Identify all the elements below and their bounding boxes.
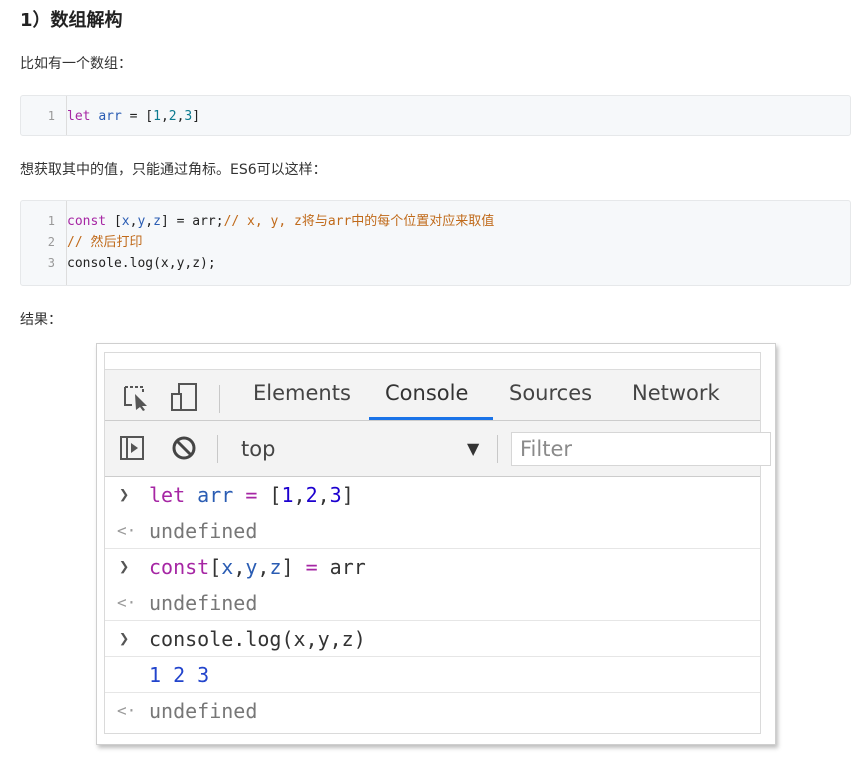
dropdown-arrow-icon[interactable]: ▼	[467, 439, 479, 458]
keyword: const	[149, 555, 210, 579]
variable: arr	[197, 483, 234, 507]
line-number: 3	[47, 256, 55, 270]
toolbar-separator	[497, 435, 498, 463]
code-line: 1 const [x,y,z] = arr;// x, y, z将与arr中的每…	[21, 211, 850, 232]
operator: = [	[121, 109, 154, 124]
prompt-chevron-icon: ❯	[119, 485, 130, 505]
variable: z	[269, 555, 282, 579]
console-input-row: ❯ const[x,y,z] = arr	[105, 549, 760, 585]
tab-elements[interactable]: Elements	[253, 381, 351, 405]
return-arrow-icon: <·	[117, 521, 137, 540]
devtools-window: Elements Console Sources Network top ▼ ❯…	[104, 352, 771, 734]
variable: arr	[98, 109, 122, 124]
prompt-chevron-icon: ❯	[119, 557, 130, 577]
tab-sources[interactable]: Sources	[509, 381, 592, 405]
console-result-row: <· undefined	[105, 693, 760, 729]
bracket: [	[269, 483, 282, 507]
variable: z	[153, 214, 161, 229]
console-result-row: <· undefined	[105, 585, 760, 621]
device-toolbar-icon[interactable]	[169, 381, 201, 413]
devtools-screenshot: Elements Console Sources Network top ▼ ❯…	[96, 343, 776, 745]
number: 3	[329, 483, 342, 507]
console-output: ❯ let arr = [1,2,3] <· undefined ❯ const…	[105, 477, 760, 733]
operator: =	[233, 483, 270, 507]
tab-network[interactable]: Network	[632, 381, 720, 405]
code-block-destructure: 1 const [x,y,z] = arr;// x, y, z将与arr中的每…	[20, 200, 851, 286]
toolbar-separator	[219, 385, 220, 413]
code-line: 1 let arr = [1,2,3]	[21, 106, 850, 127]
console-filter-bar: top ▼	[105, 421, 771, 477]
number: 1	[281, 483, 294, 507]
return-arrow-icon: <·	[117, 701, 137, 720]
code-text: const [x,y,z] = arr;// x, y, z将与arr中的每个位…	[67, 211, 494, 232]
keyword: const	[67, 214, 107, 229]
line-number: 1	[47, 214, 55, 228]
variable: y	[245, 555, 258, 579]
result-label: 结果：	[20, 312, 62, 328]
variable: x	[121, 214, 130, 229]
bracket: [	[106, 214, 122, 229]
console-result-row: <· undefined	[105, 513, 760, 549]
line-number: 1	[47, 109, 55, 123]
tab-console[interactable]: Console	[385, 381, 468, 405]
operator: =	[293, 555, 330, 579]
code-block-array: 1 let arr = [1,2,3]	[20, 95, 851, 136]
code-line: 3 console.log(x,y,z);	[21, 253, 850, 274]
keyword: let	[67, 109, 91, 124]
line-number: 2	[47, 235, 55, 249]
number: 2	[305, 483, 318, 507]
return-arrow-icon: <·	[117, 593, 137, 612]
devtools-tabbar: Elements Console Sources Network	[105, 353, 760, 421]
intro-text: 比如有一个数组：	[20, 56, 132, 72]
bracket: [	[209, 555, 222, 579]
console-result: undefined	[149, 699, 258, 723]
tabbar-top-strip	[105, 353, 760, 370]
explanation-text: 想获取其中的值，只能通过角标。ES6可以这样：	[20, 162, 327, 178]
console-command: const[x,y,z] = arr	[149, 555, 366, 579]
console-command: console.log(x,y,z)	[149, 627, 366, 651]
active-tab-indicator	[369, 417, 493, 420]
filter-input[interactable]	[511, 432, 771, 466]
comma: ,	[145, 214, 154, 229]
number: 1	[153, 109, 161, 124]
code-text: let arr = [1,2,3]	[67, 106, 200, 127]
clear-console-icon[interactable]	[171, 435, 197, 461]
console-result: undefined	[149, 591, 258, 615]
inspect-icon[interactable]	[123, 385, 151, 411]
console-command: let arr = [1,2,3]	[149, 483, 354, 507]
comma: ,	[160, 109, 169, 124]
console-result: undefined	[149, 519, 258, 543]
variable: x	[221, 555, 234, 579]
toolbar-separator	[217, 435, 218, 463]
sidebar-toggle-icon[interactable]	[119, 435, 145, 461]
code-text: console.log(x,y,z);	[67, 256, 216, 271]
variable: arr	[329, 555, 366, 579]
assignment: ] = arr;	[160, 214, 224, 229]
console-input-row: ❯ let arr = [1,2,3]	[105, 477, 760, 513]
bracket: ]	[192, 109, 201, 124]
bracket: ]	[281, 555, 294, 579]
comment: // x, y, z将与arr中的每个位置对应来取值	[223, 214, 495, 229]
console-log-output: 1 2 3	[149, 663, 210, 687]
context-selector[interactable]: top	[241, 437, 275, 461]
console-log-row: 1 2 3	[105, 657, 760, 693]
bracket: ]	[341, 483, 354, 507]
keyword: let	[149, 483, 186, 507]
comment: // 然后打印	[67, 235, 143, 250]
section-heading: 1）数组解构	[20, 10, 123, 31]
number: 2	[168, 109, 177, 124]
prompt-chevron-icon: ❯	[119, 629, 130, 649]
code-line: 2 // 然后打印	[21, 232, 850, 253]
console-input-row: ❯ console.log(x,y,z)	[105, 621, 760, 657]
